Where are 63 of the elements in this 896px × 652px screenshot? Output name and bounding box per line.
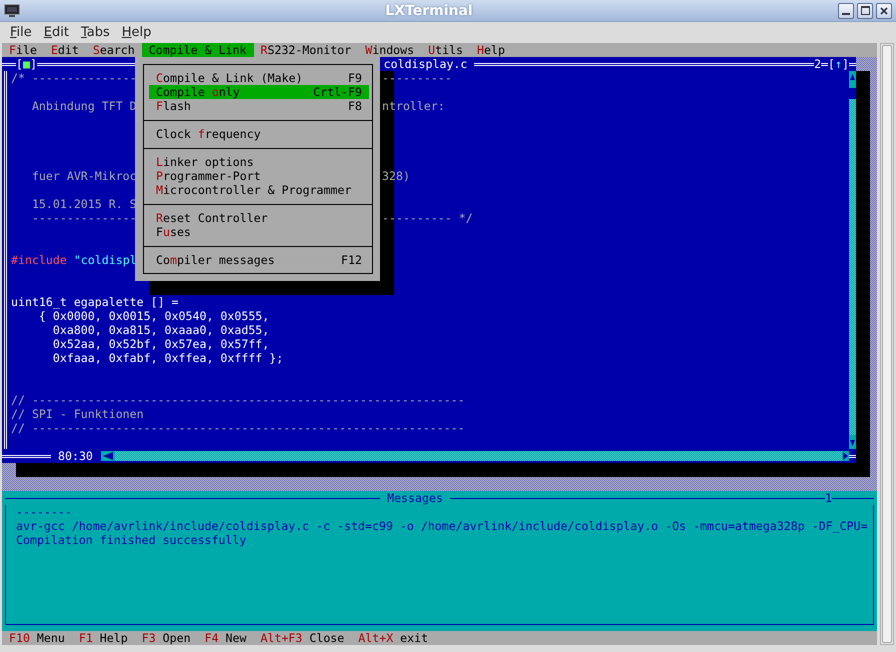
minimize-button[interactable] [838, 2, 854, 18]
cursor-position: 80:30 [57, 449, 94, 463]
menu-item[interactable]: Edit [38, 24, 75, 40]
code-line: 0x52aa, 0x52bf, 0x57ea, 0x57ff, [52, 337, 270, 351]
close-box[interactable]: [■] [16, 57, 37, 71]
code-line: /* --------------- [11, 71, 137, 85]
dropdown-item[interactable]: Compile only Crtl-F9 [149, 85, 369, 99]
message-line: -------- [16, 505, 73, 519]
horizontal-scrollbar[interactable] [100, 451, 849, 461]
code-line: { 0x0000, 0x0015, 0x0540, 0x0555, [38, 309, 270, 323]
dropdown-item[interactable]: Clock f requency [149, 127, 369, 141]
dropdown-item[interactable]: Linker options [149, 155, 369, 169]
message-line: avr-gcc /home/avrlink/include/coldisplay.c -c -std=c99 -o /home/avrlink/include/coldisplay.o -Os -mmcu=atmega328p -DF_CPU= [16, 519, 869, 533]
menu-item[interactable]: File [2, 43, 44, 57]
menu-item[interactable]: Search [86, 43, 142, 57]
code-line: --------------- [30, 211, 137, 225]
status-shortcut[interactable]: Alt+F3 Close [260, 631, 344, 645]
status-shortcut[interactable]: F1 Help [78, 631, 128, 645]
window-title: LXTerminal [384, 2, 474, 18]
code-line: fuer AVR-Mikroc [30, 169, 137, 183]
vertical-scrollbar[interactable] [849, 71, 856, 449]
arrow-right-icon[interactable] [842, 451, 849, 461]
file-title: coldisplay.c [382, 57, 468, 71]
code-line: uint16_t egapalette [] = [11, 295, 179, 309]
menu-item[interactable]: Utils [421, 43, 470, 57]
code-line: // SPI - Funktionen [11, 407, 144, 421]
terminal-scrollbar[interactable] [880, 43, 894, 645]
arrow-up-icon[interactable] [849, 71, 856, 85]
status-shortcut[interactable]: F3 Open [142, 631, 191, 645]
zoom-box[interactable]: [↑] [828, 57, 849, 71]
window-number: 2 [814, 57, 822, 71]
window-number: 1 [825, 491, 832, 505]
dropdown-item[interactable]: Microcontroller & Programmer [149, 183, 369, 197]
code-line: // -------------------------------------------------------------- [11, 421, 465, 435]
menu-item[interactable]: Help [470, 43, 512, 57]
maximize-button[interactable] [857, 2, 873, 18]
dropdown-item[interactable]: Fuses [149, 225, 369, 239]
code-line: #include "coldispl [11, 253, 137, 267]
dropdown-item[interactable]: Compiler messages F12 [149, 253, 369, 267]
menu-item[interactable]: File [4, 24, 38, 40]
code-line: 0xa800, 0xa815, 0xaaa0, 0xad55, [52, 323, 270, 337]
menu-item[interactable]: Help [116, 24, 158, 40]
dropdown-item[interactable]: P rogrammer-Port [149, 169, 369, 183]
messages-title: Messages [386, 491, 444, 505]
close-icon [880, 6, 888, 14]
dropdown-item[interactable]: Reset Controller [149, 211, 369, 225]
close-button[interactable] [876, 2, 892, 18]
arrow-left-icon[interactable] [100, 451, 115, 461]
menu-item[interactable]: RS232-Monitor [254, 43, 358, 57]
status-shortcut[interactable]: Alt+X exit [358, 631, 428, 645]
message-line: Compilation finished successfully [16, 533, 248, 547]
status-shortcut[interactable]: F10 Menu [9, 631, 65, 645]
menu-item[interactable]: Compile & Link [142, 43, 254, 57]
menu-item[interactable]: Windows [358, 43, 422, 57]
code-line: 0xfaaa, 0xfabf, 0xffea, 0xffff }; [52, 351, 284, 365]
dropdown-item[interactable]: Flash F8 [149, 99, 369, 113]
arrow-down-icon[interactable] [849, 435, 856, 449]
dropdown-item[interactable]: Compile & Link (Make) F9 [149, 71, 369, 85]
menu-item[interactable]: Tabs [74, 24, 116, 40]
code-line: // -------------------------------------------------------------- [11, 393, 465, 407]
status-shortcut[interactable]: F4 New [204, 631, 246, 645]
terminal-icon [4, 4, 20, 18]
menu-item[interactable]: Edit [44, 43, 86, 57]
